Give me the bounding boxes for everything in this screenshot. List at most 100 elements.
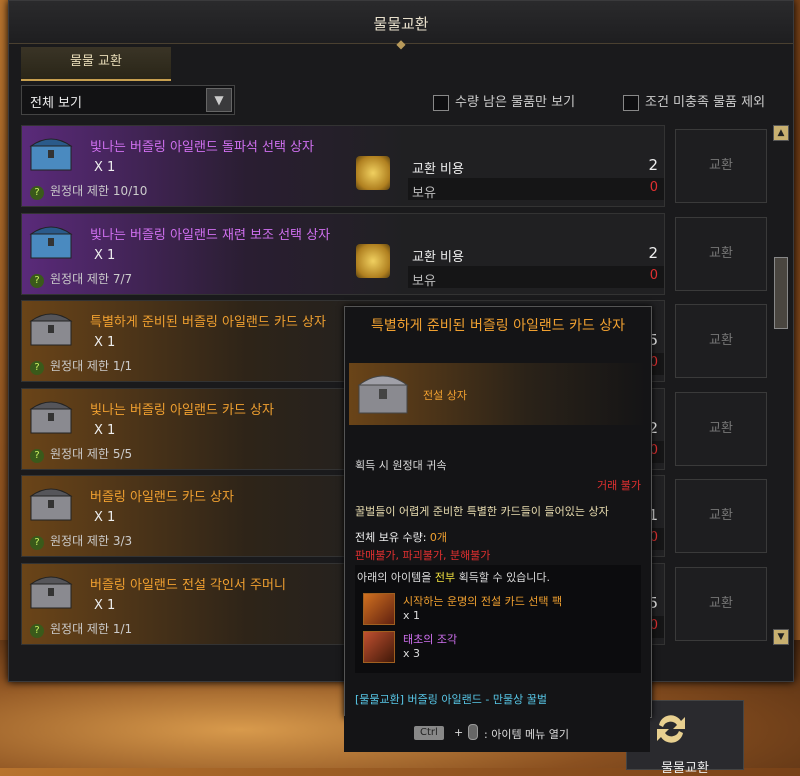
help-icon[interactable]: ? [30, 361, 44, 375]
coin-icon [356, 243, 390, 278]
item-qty: X 1 [94, 510, 116, 525]
scroll-down-icon[interactable]: ▼ [773, 629, 789, 645]
fragment-icon [363, 631, 395, 663]
item-card[interactable]: 빛나는 버즐링 아일랜드 돌파석 선택 상자 X 1 ? 원정대 제한 10/10… [21, 125, 665, 207]
own-row-bg [408, 178, 664, 200]
item-qty: X 1 [94, 422, 116, 438]
chest-icon [29, 138, 73, 171]
filter-dropdown[interactable]: 전체 보기 ▼ [21, 85, 235, 115]
title-bar[interactable]: 물물교환 ◆ [9, 1, 793, 51]
exchange-button[interactable]: 교환 [675, 566, 767, 641]
reward-qty: x 1 [403, 609, 421, 622]
reward-intro-a: 아래의 아이템을 [357, 571, 432, 584]
item-name: 특별하게 준비된 버즐링 아일랜드 카드 상자 [90, 315, 326, 330]
item-qty: X 1 [94, 597, 116, 613]
ctrl-key: Ctrl [414, 726, 444, 740]
tooltip-own-label: 전체 보유 수량: [355, 531, 427, 544]
item-qty: X 1 [94, 247, 116, 263]
shortcut-hint: Ctrl + : 아이템 메뉴 열기 [344, 716, 650, 752]
scroll-up-icon[interactable]: ▲ [773, 125, 789, 141]
chest-icon [357, 375, 409, 414]
scroll-thumb[interactable] [774, 257, 788, 329]
limit-text: 원정대 제한 10/10 [50, 184, 148, 198]
barter-shortcut-label: 물물교환 [661, 761, 709, 776]
help-icon[interactable]: ? [30, 623, 44, 638]
own-label: 보유 [412, 186, 436, 201]
item-name: 버즐링 아일랜드 전설 각인서 주머니 [90, 577, 286, 593]
checkbox-label: 수량 남은 물품만 보기 [455, 95, 576, 110]
tooltip-rewards: 아래의 아이템을 전부 획득할 수 있습니다. 시작하는 운명의 전설 카드 선… [355, 565, 641, 673]
chest-icon [29, 401, 73, 433]
item-limit: ? 원정대 제한 1/1 [30, 357, 132, 375]
window-title: 물물교환 [373, 15, 429, 33]
item-limit: ? 원정대 제한 10/10 [30, 182, 147, 200]
item-limit: ? 원정대 제한 7/7 [30, 270, 132, 288]
coin-icon [356, 156, 390, 190]
checkbox-box[interactable] [623, 94, 639, 111]
cost-label: 교환 비용 [412, 249, 464, 265]
card-pack-icon [363, 593, 395, 625]
own-value: 0 [649, 180, 658, 195]
shortcut-text: : 아이템 메뉴 열기 [484, 728, 570, 741]
item-limit: ? 원정대 제한 3/3 [30, 532, 132, 550]
chevron-down-icon[interactable]: ▼ [206, 88, 232, 112]
chest-icon [29, 226, 73, 258]
help-icon[interactable]: ? [30, 186, 44, 200]
item-card[interactable]: 빛나는 버즐링 아일랜드 재련 보조 선택 상자 X 1 ? 원정대 제한 7/7… [21, 212, 665, 295]
checkbox-remaining-only[interactable]: 수량 남은 물품만 보기 [433, 91, 575, 111]
chest-icon [29, 313, 73, 346]
scrollbar[interactable]: ▲ ▼ [773, 125, 789, 645]
reward-name: 시작하는 운명의 전설 카드 선택 팩 [403, 595, 563, 608]
tooltip-source: [물물교환] 버즐링 아일랜드 - 만물상 꿀벌 [355, 693, 547, 706]
help-icon[interactable]: ? [30, 536, 44, 550]
tab-barter[interactable]: 물물 교환 [21, 47, 171, 81]
reward-intro-c: 획득할 수 있습니다. [458, 571, 551, 584]
own-value: 0 [649, 267, 658, 283]
tooltip-title: 특별하게 준비된 버즐링 아일랜드 카드 상자 [370, 318, 626, 334]
exchange-button[interactable]: 교환 [675, 129, 767, 203]
item-name: 빛나는 버즐링 아일랜드 재련 보조 선택 상자 [90, 227, 331, 243]
tooltip-desc: 꿀벌들이 어렵게 준비한 특별한 카드들이 들어있는 상자 [355, 505, 609, 518]
tooltip-flags: 판매불가, 파괴불가, 분해불가 [355, 549, 491, 562]
tooltip-trade: 거래 불가 [597, 479, 641, 492]
item-limit: ? 원정대 제한 5/5 [30, 445, 132, 463]
exchange-button[interactable]: 교환 [675, 479, 767, 553]
checkbox-box[interactable] [433, 94, 449, 111]
cost-label: 교환 비용 [412, 162, 464, 177]
exchange-button[interactable]: 교환 [675, 216, 767, 291]
help-icon[interactable]: ? [30, 448, 44, 463]
item-name: 빛나는 버즐링 아일랜드 돌파석 선택 상자 [90, 140, 314, 155]
reward-intro: 아래의 아이템을 전부 획득할 수 있습니다. [357, 569, 550, 585]
tooltip-own: 전체 보유 수량: 0개 [355, 529, 447, 545]
limit-text: 원정대 제한 5/5 [50, 446, 133, 461]
limit-text: 원정대 제한 3/3 [50, 534, 133, 548]
tooltip-own-value: 0개 [429, 531, 448, 544]
tooltip-item-type: 전설 상자 [423, 389, 467, 402]
item-qty: X 1 [94, 160, 116, 175]
item-name: 버즐링 아일랜드 카드 상자 [90, 490, 234, 505]
filter-dropdown-label: 전체 보기 [30, 96, 82, 111]
mouse-icon [468, 724, 478, 740]
checkbox-exclude-unmet[interactable]: 조건 미충족 물품 제외 [623, 91, 765, 111]
help-icon[interactable]: ? [30, 273, 44, 288]
exchange-button[interactable]: 교환 [675, 391, 767, 466]
title-ornament-icon: ◆ [396, 37, 406, 51]
exchange-button[interactable]: 교환 [675, 304, 767, 378]
limit-text: 원정대 제한 1/1 [50, 621, 133, 636]
table-row: 빛나는 버즐링 아일랜드 돌파석 선택 상자 X 1 ? 원정대 제한 10/10… [21, 125, 767, 207]
chest-icon [29, 488, 73, 521]
limit-text: 원정대 제한 7/7 [50, 271, 133, 286]
reward-qty: x 3 [403, 647, 421, 660]
reward-intro-b: 전부 [434, 571, 456, 584]
reward-name: 태초의 조각 [403, 633, 458, 646]
cost-area: 교환 비용 보유 2 0 [352, 156, 664, 206]
cost-value: 2 [648, 156, 658, 174]
chest-icon [29, 576, 73, 608]
table-row: 빛나는 버즐링 아일랜드 재련 보조 선택 상자 X 1 ? 원정대 제한 7/7… [21, 212, 767, 295]
checkbox-label: 조건 미충족 물품 제외 [645, 95, 766, 110]
own-label: 보유 [412, 273, 436, 289]
item-name: 빛나는 버즐링 아일랜드 카드 상자 [90, 402, 274, 418]
item-tooltip: 특별하게 준비된 버즐링 아일랜드 카드 상자 전설 상자 획득 시 원정대 귀… [344, 306, 652, 718]
own-row-bg [408, 265, 664, 288]
swap-icon [657, 715, 685, 743]
